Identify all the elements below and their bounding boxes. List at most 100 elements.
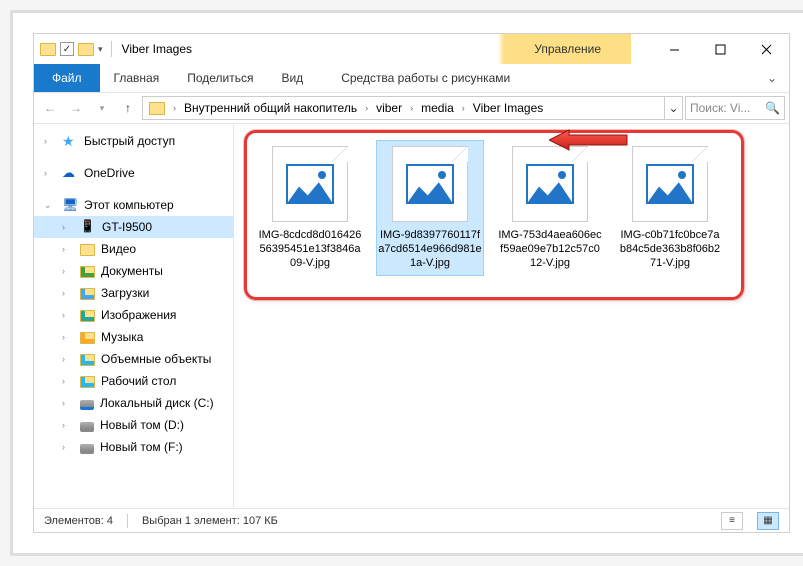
nav-label: Рабочий стол	[101, 374, 176, 388]
minimize-button[interactable]	[651, 34, 697, 64]
chevron-right-icon[interactable]: ›	[62, 376, 65, 386]
chevron-right-icon[interactable]: ›	[44, 136, 47, 146]
nav-label: Объемные объекты	[101, 352, 211, 366]
nav-disk-c[interactable]: › Локальный диск (C:)	[34, 392, 233, 414]
nav-pictures[interactable]: › Изображения	[34, 304, 233, 326]
star-icon: ★	[62, 133, 78, 149]
nav-documents[interactable]: › Документы	[34, 260, 233, 282]
nav-label: Документы	[101, 264, 163, 278]
status-count: Элементов: 4	[44, 515, 113, 527]
nav-disk-f[interactable]: › Новый том (F:)	[34, 436, 233, 458]
address-bar: ← → ▾ ↑ › Внутренний общий накопитель › …	[34, 92, 789, 124]
chevron-right-icon[interactable]: ›	[460, 103, 467, 113]
nav-label: Видео	[101, 242, 136, 256]
nav-disk-d[interactable]: ›Новый том (D:)	[34, 414, 233, 436]
chevron-right-icon[interactable]: ›	[62, 398, 65, 408]
file-item[interactable]: IMG-9d8397760117fa7cd6514e966d981e1a-V.j…	[376, 140, 484, 276]
chevron-right-icon[interactable]: ›	[408, 103, 415, 113]
nav-label: Изображения	[101, 308, 176, 322]
nav-label: Быстрый доступ	[84, 134, 175, 148]
nav-recent-dropdown[interactable]: ▾	[90, 96, 114, 120]
folder-icon	[80, 244, 95, 256]
chevron-right-icon[interactable]: ›	[62, 332, 65, 342]
qat-checkbox[interactable]: ✓	[60, 42, 74, 56]
search-input[interactable]: Поиск: Vi... 🔍	[685, 96, 785, 120]
nav-device[interactable]: ›📱GT-I9500	[34, 216, 233, 238]
nav-this-pc[interactable]: ⌄ 🖥 Этот компьютер	[34, 194, 233, 216]
tab-picture-tools[interactable]: Средства работы с рисунками	[331, 64, 520, 92]
chevron-right-icon[interactable]: ›	[171, 103, 178, 113]
chevron-right-icon[interactable]: ›	[44, 168, 47, 178]
image-thumb-icon	[632, 146, 708, 222]
nav-back-button[interactable]: ←	[38, 96, 62, 120]
close-button[interactable]	[743, 34, 789, 64]
nav-video[interactable]: › Видео	[34, 238, 233, 260]
search-placeholder: Поиск: Vi...	[690, 101, 750, 115]
nav-label: Локальный диск (C:)	[100, 396, 214, 410]
nav-onedrive[interactable]: › ☁ OneDrive	[34, 162, 233, 184]
address-path[interactable]: › Внутренний общий накопитель › viber › …	[142, 96, 683, 120]
nav-pane[interactable]: › ★ Быстрый доступ › ☁ OneDrive ⌄ 🖥 Этот компь…	[34, 124, 234, 508]
nav-up-button[interactable]: ↑	[116, 96, 140, 120]
chevron-right-icon[interactable]: ›	[62, 244, 65, 254]
folder-icon	[80, 354, 95, 366]
nav-label: Новый том (F:)	[100, 440, 183, 454]
folder-icon	[80, 332, 95, 344]
qat-folder-icon[interactable]	[78, 43, 94, 56]
tab-view[interactable]: Вид	[267, 64, 317, 92]
nav-downloads[interactable]: › Загрузки	[34, 282, 233, 304]
nav-label: Загрузки	[101, 286, 149, 300]
tab-home[interactable]: Главная	[100, 64, 174, 92]
view-icons-button[interactable]: ▦	[757, 512, 779, 530]
chevron-right-icon[interactable]: ›	[62, 354, 65, 364]
cloud-icon: ☁	[62, 165, 78, 181]
chevron-right-icon[interactable]: ›	[363, 103, 370, 113]
breadcrumb[interactable]: Внутренний общий накопитель	[178, 97, 363, 119]
breadcrumb[interactable]: viber	[370, 97, 408, 119]
nav-desktop[interactable]: › Рабочий стол	[34, 370, 233, 392]
folder-icon	[80, 266, 95, 278]
image-thumb-icon	[512, 146, 588, 222]
file-name: IMG-9d8397760117fa7cd6514e966d981e1a-V.j…	[378, 228, 482, 270]
status-bar: Элементов: 4 Выбран 1 элемент: 107 КБ ≡ …	[34, 508, 789, 532]
breadcrumb[interactable]: media	[415, 97, 460, 119]
folder-icon	[80, 310, 95, 322]
chevron-right-icon[interactable]: ›	[62, 266, 65, 276]
tab-file[interactable]: Файл	[34, 64, 100, 92]
chevron-right-icon[interactable]: ›	[62, 442, 65, 452]
nav-label: OneDrive	[84, 166, 135, 180]
nav-label: Этот компьютер	[84, 198, 174, 212]
search-icon[interactable]: 🔍	[765, 101, 780, 115]
qat-dropdown-icon[interactable]: ▾	[98, 44, 103, 55]
nav-quick-access[interactable]: › ★ Быстрый доступ	[34, 130, 233, 152]
file-name: IMG-753d4aea606ecf59ae09e7b12c57c012-V.j…	[498, 228, 602, 270]
breadcrumb[interactable]: Viber Images	[467, 97, 549, 119]
maximize-button[interactable]	[697, 34, 743, 64]
view-details-button[interactable]: ≡	[721, 512, 743, 530]
chevron-down-icon[interactable]: ⌄	[44, 200, 52, 211]
nav-forward-button: →	[64, 96, 88, 120]
file-name: IMG-8cdcd8d01642656395451e13f3846a09-V.j…	[258, 228, 362, 270]
chevron-right-icon[interactable]: ›	[62, 310, 65, 320]
ribbon-expand-icon[interactable]: ⌄	[755, 64, 789, 92]
address-folder-icon	[149, 102, 165, 115]
chevron-right-icon[interactable]: ›	[62, 420, 65, 430]
window-title: Viber Images	[120, 42, 192, 56]
address-dropdown-icon[interactable]: ⌄	[664, 97, 682, 119]
context-tab[interactable]: Управление	[504, 34, 631, 64]
content-pane[interactable]: IMG-8cdcd8d01642656395451e13f3846a09-V.j…	[234, 124, 789, 508]
nav-music[interactable]: ›Музыка	[34, 326, 233, 348]
file-item[interactable]: IMG-8cdcd8d01642656395451e13f3846a09-V.j…	[256, 140, 364, 276]
file-item[interactable]: IMG-753d4aea606ecf59ae09e7b12c57c012-V.j…	[496, 140, 604, 276]
pc-icon: 🖥	[62, 197, 78, 213]
file-item[interactable]: IMG-c0b71fc0bce7ab84c5de363b8f06b271-V.j…	[616, 140, 724, 276]
chevron-right-icon[interactable]: ›	[62, 288, 65, 298]
image-thumb-icon	[392, 146, 468, 222]
nav-3d-objects[interactable]: › Объемные объекты	[34, 348, 233, 370]
folder-icon	[80, 288, 95, 300]
chevron-right-icon[interactable]: ›	[62, 222, 65, 232]
disk-icon	[80, 400, 94, 410]
file-name: IMG-c0b71fc0bce7ab84c5de363b8f06b271-V.j…	[618, 228, 722, 270]
image-thumb-icon	[272, 146, 348, 222]
tab-share[interactable]: Поделиться	[173, 64, 267, 92]
